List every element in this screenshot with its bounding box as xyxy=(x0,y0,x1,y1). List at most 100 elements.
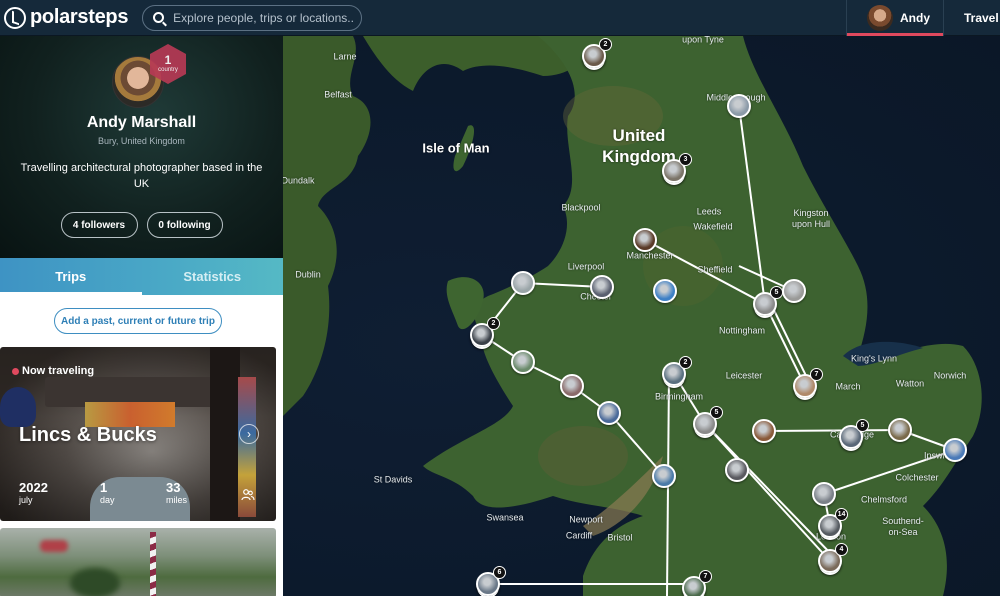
nav-user-name: Andy xyxy=(900,11,930,25)
step-pin[interactable] xyxy=(590,275,614,299)
top-navigation-bar: polarsteps Andy Travel B xyxy=(0,0,1000,36)
profile-header: 1 country Andy Marshall Bury, United Kin… xyxy=(0,36,283,258)
trip-days: 1 xyxy=(100,480,108,495)
map-label: Cardiff xyxy=(565,530,593,541)
step-pin[interactable]: 6 xyxy=(476,566,506,596)
trip-cover-detail xyxy=(70,568,120,596)
step-pin[interactable] xyxy=(560,374,584,398)
trip-cover-detail xyxy=(40,540,68,552)
terrain-highlands xyxy=(538,426,628,486)
step-pin[interactable] xyxy=(943,438,967,462)
step-pin[interactable] xyxy=(653,279,677,303)
step-pin[interactable] xyxy=(597,401,621,425)
profile-sidebar: 1 country Andy Marshall Bury, United Kin… xyxy=(0,36,283,596)
step-count-badge: 7 xyxy=(699,570,712,583)
countries-count: 1 xyxy=(164,53,172,67)
map-label: Watton xyxy=(895,378,925,389)
step-pin[interactable]: 4 xyxy=(818,543,848,573)
step-pin[interactable]: 7 xyxy=(793,368,823,398)
step-count-badge: 7 xyxy=(810,368,823,381)
tab-trips[interactable]: Trips xyxy=(0,258,142,295)
following-button[interactable]: 0 following xyxy=(146,212,223,238)
map-label: Colchester xyxy=(895,472,939,483)
trip-date: 2022 july xyxy=(19,481,48,506)
step-count-badge: 4 xyxy=(835,543,848,556)
map-label: Newport xyxy=(569,514,603,525)
search-input[interactable] xyxy=(173,10,354,25)
add-trip-button[interactable]: Add a past, current or future trip xyxy=(54,308,222,334)
step-count-badge: 5 xyxy=(856,419,869,432)
followers-button[interactable]: 4 followers xyxy=(60,212,138,238)
map-label: Liverpool xyxy=(567,261,605,272)
step-pin[interactable] xyxy=(782,279,806,303)
step-pin[interactable]: 3 xyxy=(662,153,692,183)
tab-statistics[interactable]: Statistics xyxy=(142,258,284,295)
step-count-badge: 2 xyxy=(679,356,692,369)
step-pin[interactable] xyxy=(812,482,836,506)
step-pin[interactable]: 5 xyxy=(839,419,869,449)
map-label: March xyxy=(835,381,861,392)
map-label: Chelmsford xyxy=(860,494,908,505)
step-count-badge: 2 xyxy=(487,317,500,330)
map-label: Manchester xyxy=(626,250,674,261)
profile-name: Andy Marshall xyxy=(86,114,197,131)
step-pin[interactable]: 14 xyxy=(818,508,848,538)
map-label: St Davids xyxy=(373,474,413,485)
trip-days-unit: day xyxy=(100,495,115,505)
nav-user-profile[interactable]: Andy xyxy=(846,0,944,36)
chevron-right-icon[interactable]: › xyxy=(239,424,259,444)
step-pin[interactable] xyxy=(752,419,776,443)
trip-month: july xyxy=(19,495,33,505)
search-box[interactable] xyxy=(142,4,363,31)
trip-cover-detail xyxy=(210,347,240,521)
step-pin[interactable]: 2 xyxy=(662,356,692,386)
polarsteps-logo[interactable]: polarsteps xyxy=(4,6,128,29)
map-label: King's Lynn xyxy=(851,353,897,364)
map-label: Blackpool xyxy=(561,202,601,213)
brand-name: polarsteps xyxy=(30,6,129,28)
compass-logo-icon xyxy=(4,6,26,29)
map-label: upon Tyne xyxy=(682,36,724,45)
step-pin[interactable] xyxy=(633,228,657,252)
trip-map[interactable]: Larne Belfast Isle of Man Dundalk Dublin Unit… xyxy=(283,36,1000,596)
people-icon[interactable] xyxy=(241,488,255,502)
trip-card[interactable]: Now traveling Lincs & Bucks › 2022 july … xyxy=(0,347,276,521)
trip-card[interactable] xyxy=(0,528,276,596)
trip-distance-unit: miles xyxy=(166,495,188,505)
trip-cover-detail xyxy=(0,387,36,427)
step-pin[interactable]: 5 xyxy=(753,286,783,316)
step-pin[interactable] xyxy=(511,271,535,295)
map-label: Isle of Man xyxy=(422,140,490,156)
now-traveling-status: Now traveling xyxy=(12,365,94,377)
step-pin[interactable] xyxy=(652,464,676,488)
search-icon xyxy=(153,12,165,23)
follow-stats: 4 followers 0 following xyxy=(0,212,283,238)
step-count-badge: 5 xyxy=(710,406,723,419)
nav-travel-book[interactable]: Travel B xyxy=(964,0,1000,36)
map-label: Leicester xyxy=(725,370,763,381)
step-count-badge: 3 xyxy=(679,153,692,166)
step-count-badge: 2 xyxy=(599,38,612,51)
trip-status-text: Now traveling xyxy=(22,365,95,377)
step-pin[interactable]: 2 xyxy=(582,38,612,68)
map-label: Nottingham xyxy=(718,325,766,336)
step-count-badge: 5 xyxy=(770,286,783,299)
step-pin[interactable] xyxy=(888,418,912,442)
step-pin[interactable]: 5 xyxy=(693,406,723,436)
step-pin[interactable] xyxy=(727,94,751,118)
map-label: Southend- on-Sea xyxy=(882,516,924,537)
trip-title: Lincs & Bucks xyxy=(19,424,157,446)
step-pin[interactable]: 2 xyxy=(470,317,500,347)
trip-cover-photo xyxy=(150,532,156,596)
map-label: Bristol xyxy=(607,532,633,543)
step-pin[interactable]: 7 xyxy=(682,570,712,596)
step-pin[interactable] xyxy=(725,458,749,482)
trip-distance: 33 miles xyxy=(166,481,188,506)
map-label: Wakefield xyxy=(693,221,733,232)
map-terrain xyxy=(283,36,982,596)
step-count-badge: 14 xyxy=(835,508,848,521)
step-pin[interactable] xyxy=(511,350,535,374)
profile-location: Bury, United Kingdom xyxy=(98,136,185,146)
countries-label: country xyxy=(158,67,178,73)
map-label: Belfast xyxy=(324,89,352,100)
